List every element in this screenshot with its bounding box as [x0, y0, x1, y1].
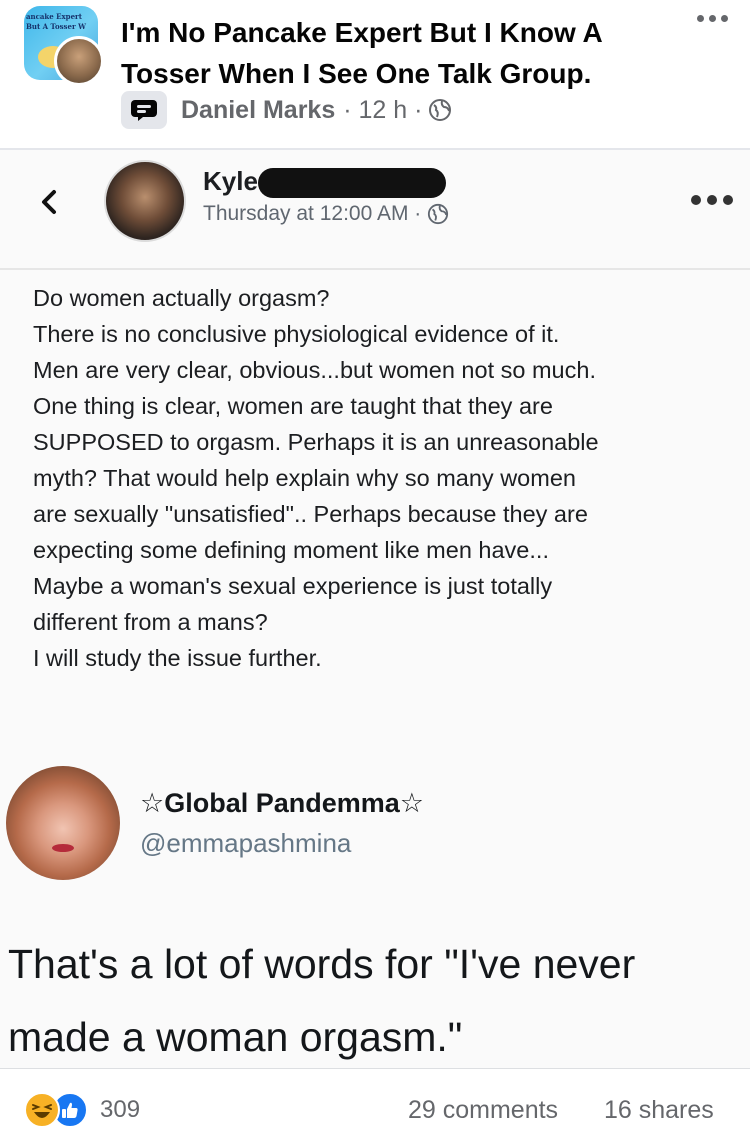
post-byline: Daniel Marks · 12 h · — [121, 90, 452, 130]
kyle-timestamp-row: Thursday at 12:00 AM · — [203, 202, 449, 226]
kyle-name: Kyle — [203, 166, 258, 196]
kyle-post-line: There is no conclusive physiological evi… — [33, 321, 560, 347]
kyle-post-text: Do women actually orgasm? There is no co… — [33, 280, 738, 676]
group-avatar-text: ancake Expert But A Tosser W — [26, 12, 86, 31]
tweet-text: That's a lot of words for "I've never ma… — [8, 928, 738, 1068]
tweet-display-name: ☆Global Pandemma☆ — [140, 788, 424, 818]
kyle-post-line: Men are very clear, obvious...but women … — [33, 357, 596, 383]
shares-count[interactable]: 16 shares — [604, 1096, 714, 1125]
kyle-post-line: One thing is clear, women are taught tha… — [33, 393, 553, 419]
post-footer: 309 29 comments 16 shares — [0, 1080, 750, 1140]
kyle-post-line: different from a mans? — [33, 609, 268, 635]
kyle-post-line: SUPPOSED to orgasm. Perhaps it is an unr… — [33, 429, 599, 455]
kyle-post-line: Maybe a woman's sexual experience is jus… — [33, 573, 553, 599]
more-icon[interactable] — [692, 6, 732, 30]
kyle-timestamp: Thursday at 12:00 AM · — [203, 202, 422, 225]
globe-icon — [428, 203, 449, 225]
tweet-handle: @emmapashmina — [140, 828, 352, 858]
group-title[interactable]: I'm No Pancake Expert But I Know A Tosse… — [121, 12, 681, 94]
kyle-post-line: myth? That would help explain why so man… — [33, 465, 576, 491]
kyle-post-line: expecting some defining moment like men … — [33, 537, 549, 563]
tweet-line: made a woman orgasm." — [8, 1014, 463, 1060]
globe-icon — [429, 99, 452, 121]
more-icon — [682, 188, 742, 212]
group-badge-icon — [121, 91, 167, 129]
post-timestamp[interactable]: · 12 h · — [343, 96, 422, 125]
post-image[interactable]: Kyle Thursday at 12:00 AM · Do women act… — [0, 150, 750, 1068]
poster-avatar[interactable] — [54, 36, 104, 86]
kyle-post-line: I will study the issue further. — [33, 645, 322, 671]
haha-reaction-icon — [24, 1092, 60, 1128]
reactions-summary[interactable]: 309 — [24, 1092, 140, 1128]
footer-divider — [0, 1068, 750, 1069]
post-header: ancake Expert But A Tosser W I'm No Panc… — [0, 0, 750, 150]
tweet-avatar — [6, 766, 120, 880]
screenshot-divider — [0, 268, 750, 270]
kyle-post-line: are sexually "unsatisfied".. Perhaps bec… — [33, 501, 588, 527]
tweet-line: That's a lot of words for "I've never — [8, 941, 636, 987]
comments-count[interactable]: 29 comments — [408, 1096, 558, 1125]
kyle-post-line: Do women actually orgasm? — [33, 285, 330, 311]
kyle-avatar — [104, 160, 186, 242]
redaction-bar — [258, 168, 446, 198]
reaction-count: 309 — [100, 1096, 141, 1123]
back-icon — [42, 190, 56, 214]
author-name[interactable]: Daniel Marks — [181, 96, 335, 125]
